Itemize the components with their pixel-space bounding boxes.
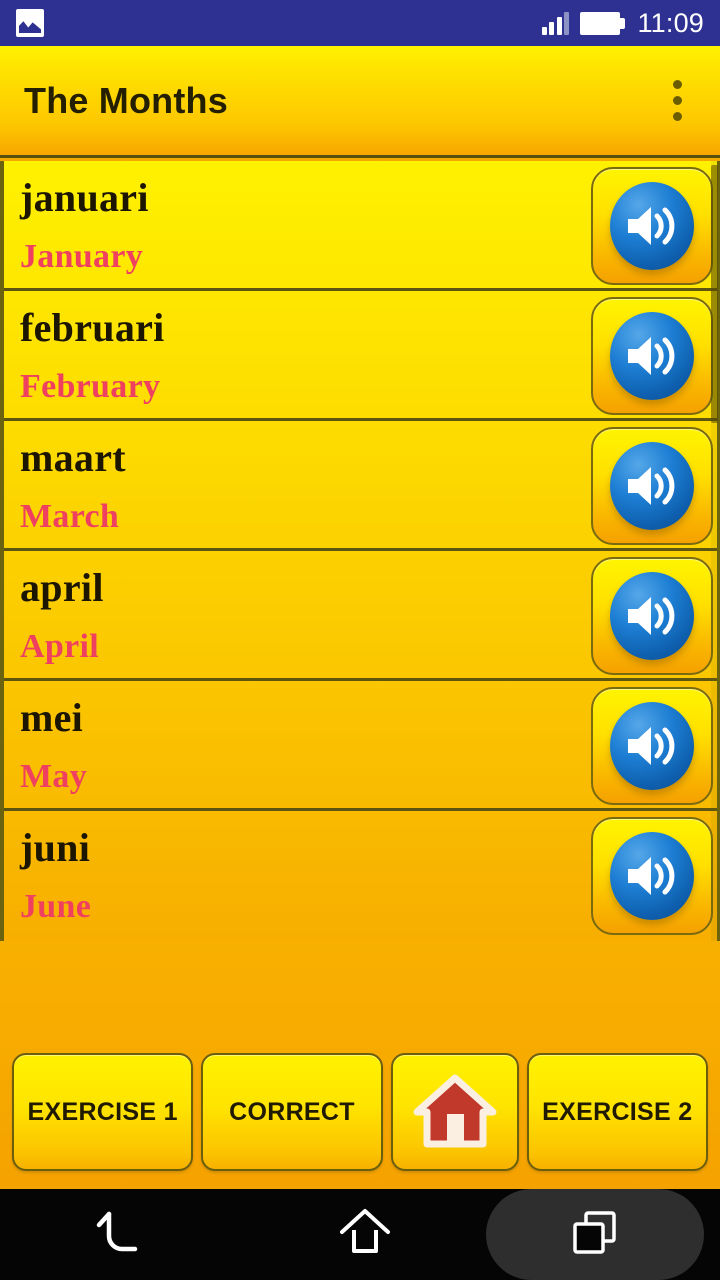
overflow-menu-icon[interactable]	[659, 70, 696, 131]
month-list[interactable]: januari January februari February maart …	[0, 161, 720, 941]
battery-full-icon	[580, 11, 626, 35]
exercise-1-button[interactable]: EXERCISE 1	[12, 1053, 194, 1171]
correct-label: CORRECT	[229, 1097, 355, 1126]
speak-button[interactable]	[591, 297, 713, 415]
list-scrollbar-thumb[interactable]	[711, 165, 718, 423]
speaker-volume-icon	[610, 572, 694, 660]
speaker-volume-icon	[610, 442, 694, 530]
nav-recents-button[interactable]	[486, 1189, 704, 1280]
back-arrow-icon	[93, 1205, 151, 1264]
exercise-2-button[interactable]: EXERCISE 2	[526, 1053, 708, 1171]
home-house-icon	[413, 1072, 497, 1152]
speaker-volume-icon	[610, 702, 694, 790]
correct-button[interactable]: CORRECT	[201, 1053, 383, 1171]
home-button[interactable]	[390, 1053, 519, 1171]
list-item[interactable]: maart March	[4, 421, 717, 551]
bottom-button-bar: EXERCISE 1 CORRECT EXERCISE 2	[0, 941, 720, 1189]
nav-home-button[interactable]	[243, 1189, 486, 1280]
speak-button[interactable]	[591, 167, 713, 285]
status-bar-left	[16, 9, 44, 37]
android-navigation-bar	[0, 1189, 720, 1280]
home-outline-icon	[336, 1205, 394, 1264]
speak-button[interactable]	[591, 427, 713, 545]
status-bar-right: 11:09	[541, 7, 704, 39]
list-item[interactable]: juni June	[4, 811, 717, 941]
status-bar-clock: 11:09	[637, 7, 704, 38]
screenshot-image-icon	[16, 9, 44, 37]
speaker-volume-icon	[610, 182, 694, 270]
nav-back-button[interactable]	[0, 1189, 243, 1280]
list-item[interactable]: februari February	[4, 291, 717, 421]
app-screen: 11:09 The Months januari January februar…	[0, 0, 720, 1280]
page-title: The Months	[24, 79, 228, 121]
speak-button[interactable]	[591, 687, 713, 805]
speak-button[interactable]	[591, 817, 713, 935]
speaker-volume-icon	[610, 832, 694, 920]
list-item[interactable]: april April	[4, 551, 717, 681]
exercise-2-label: EXERCISE 2	[542, 1097, 693, 1126]
speak-button[interactable]	[591, 557, 713, 675]
list-item[interactable]: januari January	[4, 161, 717, 291]
list-item[interactable]: mei May	[4, 681, 717, 811]
status-bar: 11:09	[0, 0, 720, 46]
exercise-1-label: EXERCISE 1	[27, 1097, 178, 1126]
app-title-bar: The Months	[0, 46, 720, 158]
speaker-volume-icon	[610, 312, 694, 400]
signal-bars-icon	[541, 11, 570, 35]
recents-squares-icon	[566, 1205, 624, 1264]
